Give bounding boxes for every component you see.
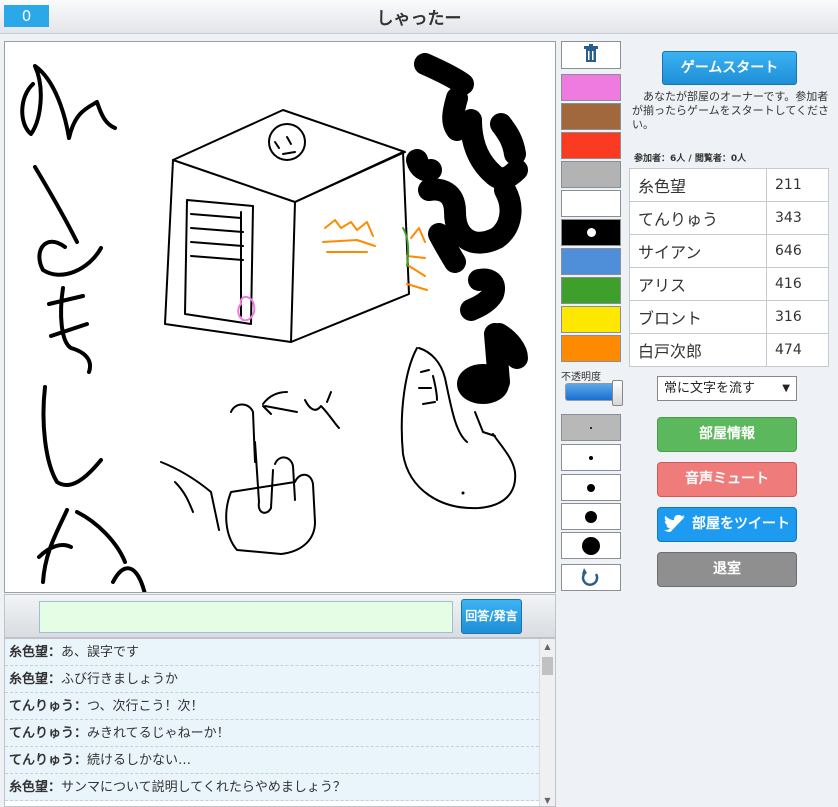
answer-submit-button[interactable]: 回答/発言 xyxy=(461,599,522,634)
chat-author: 糸色望 xyxy=(9,780,49,795)
chat-author: てんりゅう xyxy=(9,726,75,741)
chat-log: 糸色望：あ、誤字です 糸色望：ふび行きましょうか てんりゅう：つ、次行こう！次！… xyxy=(4,638,556,807)
chat-message: てんりゅう：みきれてるじゃねーか！ xyxy=(5,720,539,747)
brush-size-5[interactable] xyxy=(561,532,621,559)
player-score: 316 xyxy=(766,300,829,334)
player-row: 白戸次郎 474 xyxy=(629,333,829,367)
chat-text: あ、誤字です xyxy=(61,645,140,660)
color-swatch-white[interactable] xyxy=(561,190,621,217)
brush-dot-icon xyxy=(589,455,593,460)
canvas-cube-sketch xyxy=(164,109,410,343)
chat-text: ふび行きましょうか xyxy=(61,672,179,687)
brush-dot-icon xyxy=(585,510,597,523)
count-separator: / xyxy=(688,154,692,164)
chat-message: 糸色望：サンマについて説明してくれたらやめましょう？ xyxy=(5,774,539,801)
undo-button[interactable] xyxy=(561,564,621,591)
participant-counts: 参加者：6人 / 閲覧者：0人 xyxy=(634,151,746,164)
header: 0 しゃったー xyxy=(0,0,838,34)
selected-color-indicator xyxy=(587,228,596,237)
canvas-orange-doodle xyxy=(322,219,428,291)
owner-note: あなたが部屋のオーナーです。参加者が揃ったらゲームをスタートしてください。 xyxy=(632,90,830,131)
player-score: 343 xyxy=(766,201,829,235)
player-row: アリス 416 xyxy=(629,267,829,301)
page-title: しゃったー xyxy=(376,9,462,29)
color-swatch-yellow[interactable] xyxy=(561,306,621,333)
text-flow-selected: 常に文字を流す xyxy=(664,381,756,396)
game-start-button[interactable]: ゲームスタート xyxy=(662,51,797,85)
answer-input[interactable] xyxy=(39,601,453,633)
opacity-label: 不透明度 xyxy=(561,372,601,383)
color-swatch-blue[interactable] xyxy=(561,248,621,275)
scroll-up-icon[interactable]: ▲ xyxy=(540,642,555,651)
brush-size-2[interactable] xyxy=(561,444,621,471)
undo-icon xyxy=(581,568,599,586)
color-swatch-gray[interactable] xyxy=(561,161,621,188)
tweet-room-label: 部屋をツイート xyxy=(692,516,790,532)
color-swatch-orange[interactable] xyxy=(561,335,621,362)
player-row: サイアン 646 xyxy=(629,234,829,268)
tweet-room-button[interactable]: 部屋をツイート xyxy=(657,507,797,542)
leave-room-button[interactable]: 退室 xyxy=(657,552,797,587)
player-name: サイアン xyxy=(629,234,767,268)
chat-text: つ、次行こう！次！ xyxy=(87,699,204,714)
chat-author: てんりゅう xyxy=(9,753,75,768)
player-score-table: 糸色望 211 てんりゅう 343 サイアン 646 アリス 416 ブロント 316 白… xyxy=(629,168,829,367)
scroll-down-icon[interactable]: ▼ xyxy=(540,796,555,805)
brush-dot-icon xyxy=(587,483,595,492)
chat-message: てんりゅう：つ、次行こう！次！ xyxy=(5,693,539,720)
chat-text: みきれてるじゃねーか！ xyxy=(87,726,230,741)
text-flow-select[interactable]: 常に文字を流す ▼ xyxy=(657,376,797,401)
canvas-handwriting xyxy=(20,64,147,592)
chat-message: 糸色望：ふび行きましょうか xyxy=(5,666,539,693)
color-swatch-pink[interactable] xyxy=(561,74,621,101)
opacity-slider-handle[interactable] xyxy=(612,380,623,406)
chat-text: 続けるしかない… xyxy=(87,753,192,768)
room-info-button[interactable]: 部屋情報 xyxy=(657,417,797,452)
brush-size-3[interactable] xyxy=(561,474,621,501)
player-score: 416 xyxy=(766,267,829,301)
clear-canvas-button[interactable] xyxy=(561,41,621,69)
player-name: 白戸次郎 xyxy=(629,333,767,367)
brush-size-1[interactable] xyxy=(561,414,621,441)
brush-dot-icon xyxy=(590,426,592,429)
chat-author: 糸色望 xyxy=(9,672,49,687)
answer-bar: 回答/発言 xyxy=(4,594,556,638)
opacity-slider[interactable] xyxy=(565,380,623,406)
player-name: てんりゅう xyxy=(629,201,767,235)
player-score: 474 xyxy=(766,333,829,367)
brush-dot-icon xyxy=(582,536,600,555)
player-name: ブロント xyxy=(629,300,767,334)
player-name: 糸色望 xyxy=(629,168,767,202)
canvas-bold-text xyxy=(406,53,528,404)
brush-size-4[interactable] xyxy=(561,503,621,530)
chat-message: 糸色望：あ、誤字です xyxy=(5,639,539,666)
canvas-hands-sketch xyxy=(160,391,340,555)
player-name: アリス xyxy=(629,267,767,301)
color-swatch-red[interactable] xyxy=(561,132,621,159)
drawing-canvas[interactable] xyxy=(4,41,556,593)
trash-icon xyxy=(584,44,598,62)
color-swatch-black[interactable] xyxy=(561,219,621,246)
player-row: 糸色望 211 xyxy=(629,168,829,202)
scrollbar-thumb[interactable] xyxy=(542,657,553,675)
chevron-down-icon: ▼ xyxy=(782,383,790,394)
color-swatch-brown[interactable] xyxy=(561,103,621,130)
chat-scrollbar[interactable]: ▲ ▼ xyxy=(539,639,555,806)
player-row: てんりゅう 343 xyxy=(629,201,829,235)
player-score: 211 xyxy=(766,168,829,202)
chat-text: サンマについて説明してくれたらやめましょう？ xyxy=(61,780,346,795)
player-score: 646 xyxy=(766,234,829,268)
twitter-bird-icon xyxy=(663,514,686,532)
participants-count: 参加者：6人 xyxy=(634,154,686,164)
chat-author: 糸色望 xyxy=(9,645,49,660)
player-row: ブロント 316 xyxy=(629,300,829,334)
chat-author: てんりゅう xyxy=(9,699,75,714)
chat-message: てんりゅう：続けるしかない… xyxy=(5,747,539,774)
audio-mute-button[interactable]: 音声ミュート xyxy=(657,462,797,497)
viewers-count: 閲覧者：0人 xyxy=(694,154,747,164)
color-swatch-green[interactable] xyxy=(561,277,621,304)
